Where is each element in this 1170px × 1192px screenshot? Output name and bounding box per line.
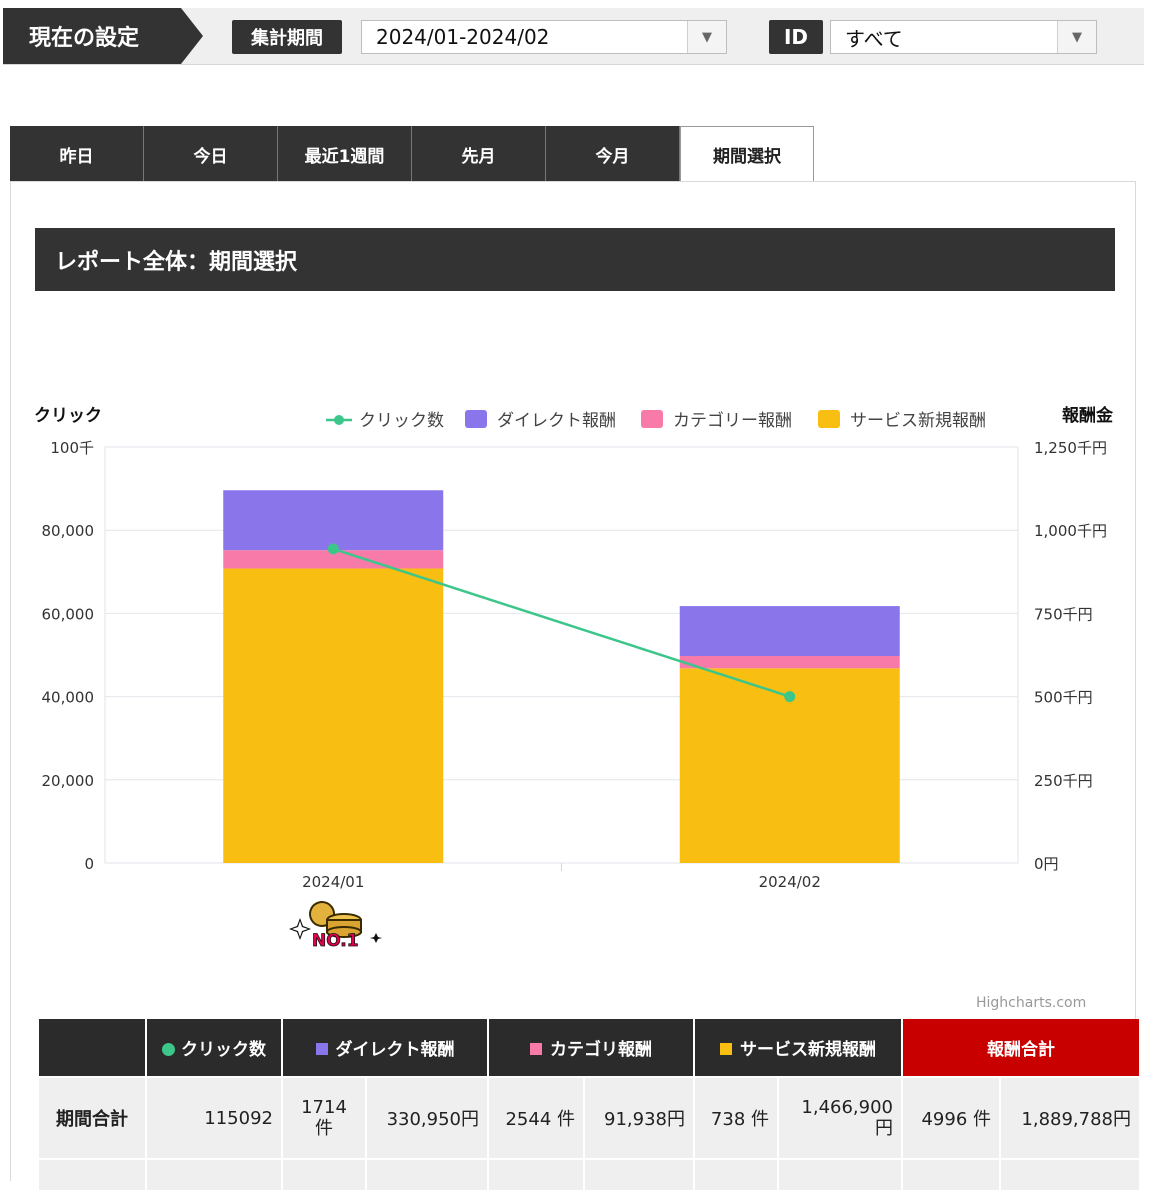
left-tick-label: 20,000 <box>42 772 95 790</box>
combo-chart: 0 20,000 40,000 60,000 80,000 100千 0円 250千円 500千… <box>34 405 1114 891</box>
legend-swatch-icon <box>641 410 663 428</box>
direct-count: 1714 件 <box>281 1076 367 1160</box>
right-tick-label: 250千円 <box>1034 772 1093 790</box>
left-tick-label: 80,000 <box>42 522 95 540</box>
category-square-icon <box>530 1043 542 1055</box>
legend-marker-icon <box>334 415 344 425</box>
table-row: 期間合計 115092 1714 件 330,950円 2544 件 91,938… <box>37 1076 1141 1160</box>
legend-item: カテゴリー報酬 <box>673 410 792 431</box>
bar-segment <box>223 568 444 863</box>
no1-coins-badge: NO.1 <box>289 901 382 951</box>
service-count: 738 件 <box>693 1076 779 1160</box>
bar-segment <box>223 490 444 551</box>
total-count: 4996 件 <box>901 1076 1001 1160</box>
header-service: サービス新規報酬 <box>693 1019 903 1078</box>
header-total: 報酬合計 <box>901 1019 1141 1078</box>
x-tick-label: 2024/01 <box>302 873 364 891</box>
table-header-row: クリック数 ダイレクト報酬 カテゴリ報酬 サービス新規報酬 報酬合計 <box>37 1019 1141 1078</box>
direct-square-icon <box>315 1043 328 1055</box>
left-tick-label: 60,000 <box>42 605 95 623</box>
table-row <box>37 1158 1141 1192</box>
left-tick-label: 100千 <box>50 439 94 457</box>
right-tick-label: 500千円 <box>1034 689 1093 707</box>
no1-text: NO.1 <box>312 931 359 951</box>
legend-item: サービス新規報酬 <box>850 411 986 431</box>
right-axis-title: 報酬金 <box>1062 405 1114 426</box>
right-tick-label: 1,250千円 <box>1034 439 1107 457</box>
left-axis-title: クリック <box>34 406 102 426</box>
header-direct: ダイレクト報酬 <box>281 1019 489 1078</box>
click-point <box>327 543 339 555</box>
service-square-icon <box>720 1043 732 1055</box>
sparkle-icon <box>289 918 311 940</box>
category-amount: 91,938円 <box>583 1076 695 1160</box>
bar-segment <box>679 606 900 656</box>
right-tick-label: 0円 <box>1034 855 1059 873</box>
bar-segment <box>679 655 900 669</box>
category-count: 2544 件 <box>487 1076 585 1160</box>
direct-amount: 330,950円 <box>365 1076 489 1160</box>
clicks-dot-icon <box>162 1043 175 1056</box>
total-amount: 1,889,788円 <box>999 1076 1141 1160</box>
header-category: カテゴリ報酬 <box>487 1019 695 1078</box>
left-tick-label: 0 <box>84 855 94 873</box>
legend-item: クリック数 <box>359 411 444 431</box>
right-tick-label: 750千円 <box>1034 605 1093 623</box>
legend-swatch-icon <box>465 410 487 428</box>
x-tick-label: 2024/02 <box>759 873 821 891</box>
chart-credit-link[interactable]: Highcharts.com <box>976 995 1086 1011</box>
click-point <box>784 691 796 703</box>
clicks-value: 115092 <box>145 1076 283 1160</box>
row-label: 期間合計 <box>37 1076 147 1160</box>
header-empty <box>37 1019 147 1078</box>
header-clicks: クリック数 <box>145 1019 283 1078</box>
legend-item: ダイレクト報酬 <box>497 411 616 431</box>
summary-table: クリック数 ダイレクト報酬 カテゴリ報酬 サービス新規報酬 報酬合計 期間合計 … <box>37 1019 1141 1192</box>
right-tick-label: 1,000千円 <box>1034 522 1107 540</box>
service-amount: 1,466,900 円 <box>777 1076 903 1160</box>
small-sparkle-icon <box>370 933 382 943</box>
legend-swatch-icon <box>818 410 840 428</box>
left-tick-label: 40,000 <box>42 689 95 707</box>
